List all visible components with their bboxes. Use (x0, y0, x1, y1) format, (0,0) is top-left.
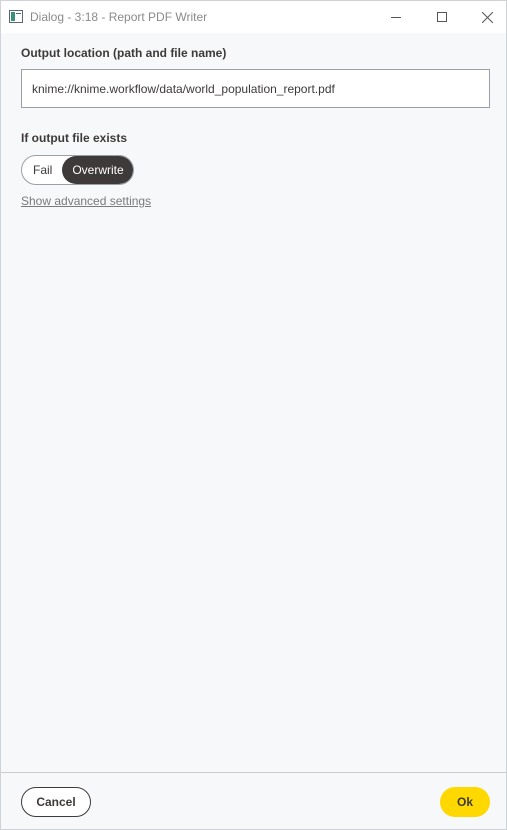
if-exists-toggle: Fail Overwrite (21, 155, 134, 185)
title-bar: Dialog - 3:18 - Report PDF Writer (1, 1, 506, 33)
minimize-icon (391, 12, 401, 22)
cancel-button[interactable]: Cancel (21, 787, 91, 817)
maximize-button[interactable] (419, 1, 465, 33)
maximize-icon (437, 12, 447, 22)
dialog-window-icon (9, 10, 23, 23)
ok-button[interactable]: Ok (440, 787, 490, 817)
footer-divider (1, 772, 506, 773)
option-fail[interactable]: Fail (22, 156, 62, 184)
option-overwrite[interactable]: Overwrite (62, 156, 133, 184)
if-exists-label: If output file exists (21, 131, 128, 145)
output-location-label: Output location (path and file name) (21, 46, 227, 60)
minimize-button[interactable] (373, 1, 419, 33)
show-advanced-settings-link[interactable]: Show advanced settings (21, 194, 151, 208)
output-path-input[interactable] (21, 69, 490, 108)
close-button[interactable] (464, 1, 507, 33)
dialog-window: Dialog - 3:18 - Report PDF Writer Output… (0, 0, 507, 830)
window-title: Dialog - 3:18 - Report PDF Writer (30, 10, 208, 24)
close-icon (481, 11, 493, 23)
